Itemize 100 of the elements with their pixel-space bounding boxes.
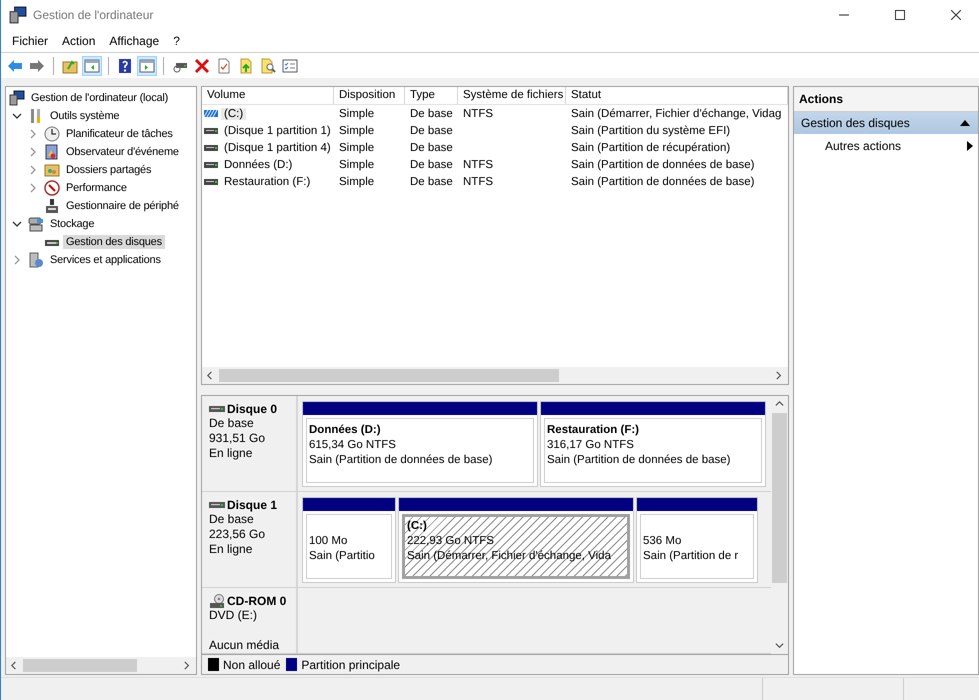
table-cell-text: Simple: [338, 176, 376, 188]
scrollbar[interactable]: [202, 367, 788, 384]
section-header[interactable]: Gestion des disques: [794, 112, 978, 134]
table-cell-text: Simple: [338, 108, 376, 120]
partition-label: (C:): [407, 519, 428, 534]
legend-label: Partition principale: [301, 658, 400, 672]
column-header[interactable]: Type: [405, 87, 458, 104]
drive-icon: [204, 144, 218, 152]
partition-status: Sain (Partition de r: [643, 549, 740, 564]
tree-item[interactable]: Planificateur de tâches: [63, 127, 176, 141]
table-cell-text: NTFS: [462, 158, 494, 170]
disk-detail: De base: [209, 416, 255, 431]
pane-icon[interactable]: [82, 56, 102, 76]
disk-name: Disque 1: [227, 498, 278, 512]
chevron-down-icon[interactable]: [12, 219, 22, 229]
table-cell-text: Sain (Partition de données de base): [570, 158, 756, 170]
disk-detail: Aucun média: [209, 638, 280, 653]
chevron-right-icon[interactable]: [28, 129, 38, 139]
table-cell-text: Simple: [338, 158, 376, 170]
table-cell-text: De base: [409, 158, 454, 170]
computer-icon: [9, 90, 25, 106]
table-cell[interactable]: (Disque 1 partition 1): [221, 124, 334, 136]
tree-item[interactable]: Dossiers partagés: [63, 163, 154, 177]
table-cell-text: Simple: [338, 142, 376, 154]
table-cell-text: De base: [409, 176, 454, 188]
disk-detail: 931,51 Go: [209, 431, 266, 446]
partition-status: Sain (Partitio: [309, 549, 376, 564]
column-header[interactable]: Statut: [566, 87, 788, 104]
disk-detail: De base: [209, 512, 255, 527]
column-header[interactable]: Disposition: [334, 87, 405, 104]
clock-icon: [44, 126, 60, 142]
log-icon: [44, 144, 60, 160]
action-link[interactable]: Autres actions: [825, 139, 902, 153]
folder-icon: [44, 162, 60, 178]
drive-icon: [204, 178, 218, 186]
table-cell[interactable]: (Disque 1 partition 4): [221, 142, 334, 154]
tree-item[interactable]: Gestion des disques: [63, 235, 165, 249]
device-icon: [44, 198, 60, 214]
menu-item[interactable]: Affichage: [102, 32, 166, 50]
pane-icon[interactable]: [137, 56, 157, 76]
table-cell-text: Sain (Partition du système EFI): [570, 124, 732, 136]
maximize-icon[interactable]: [895, 10, 905, 20]
tree-item[interactable]: Services et applications: [47, 253, 164, 267]
column-header[interactable]: Système de fichiers: [458, 87, 566, 104]
partition-block[interactable]: Données (D:) 615,34 Go NTFS Sain (Partition de données de base): [302, 401, 538, 487]
partition-size: 100 Mo: [309, 534, 348, 549]
disk-detail: DVD (E:): [209, 608, 258, 623]
disk-detail: En ligne: [209, 446, 254, 461]
column-header[interactable]: Volume: [202, 87, 334, 104]
storage-icon: [28, 216, 44, 232]
tree-item[interactable]: Performance: [63, 181, 130, 195]
chevron-right-icon[interactable]: [28, 147, 38, 157]
tree-item[interactable]: Outils système: [47, 109, 122, 123]
table-cell-text: Sain (Partition de données de base): [570, 176, 756, 188]
close-icon[interactable]: [951, 10, 961, 20]
table-cell-text: Sain (Partition de récupération): [570, 142, 732, 154]
disk-name: Disque 0: [227, 402, 278, 416]
table-cell[interactable]: Données (D:): [221, 158, 296, 170]
partition-block[interactable]: 536 Mo Sain (Partition de r: [636, 497, 758, 583]
menu-item[interactable]: ?: [166, 32, 187, 50]
partition-size: 222,93 Go NTFS: [407, 534, 495, 549]
submenu-arrow-icon[interactable]: [967, 141, 973, 151]
disk-detail: 223,56 Go: [209, 527, 266, 542]
partition-label: Données (D:): [309, 423, 382, 438]
table-cell-text: De base: [409, 108, 454, 120]
disk-name: CD-ROM 0: [227, 594, 286, 608]
table-cell-text: NTFS: [462, 176, 494, 188]
tree-item[interactable]: Stockage: [47, 217, 98, 231]
partition-size: 536 Mo: [643, 534, 682, 549]
chevron-down-icon[interactable]: [12, 111, 22, 121]
drive-icon: [204, 160, 218, 168]
table-cell-text: De base: [409, 142, 454, 154]
table-cell-text: Sain (Démarrer, Fichier d'échange, Vidag: [570, 108, 782, 120]
tree-item[interactable]: Gestionnaire de périphé: [63, 199, 182, 213]
collapse-icon[interactable]: [960, 120, 970, 126]
table-cell[interactable]: Restauration (F:): [221, 176, 314, 188]
tree-item[interactable]: Observateur d'événeme: [63, 145, 182, 159]
chevron-right-icon[interactable]: [28, 183, 38, 193]
partition-block[interactable]: (C:) 222,93 Go NTFS Sain (Démarrer, Fichier d'échange, Vida: [398, 497, 634, 583]
computer-icon: [9, 6, 27, 24]
table-cell-text: NTFS: [462, 108, 494, 120]
window-title: Gestion de l'ordinateur: [33, 8, 154, 22]
partition-label: Restauration (F:): [547, 423, 640, 438]
menu-item[interactable]: Fichier: [5, 32, 56, 50]
menu-item[interactable]: Action: [55, 32, 102, 50]
chevron-right-icon[interactable]: [28, 165, 38, 175]
section-title: Gestion des disques: [801, 116, 910, 130]
partition-status: Sain (Partition de données de base): [309, 453, 494, 468]
scrollbar[interactable]: [6, 657, 196, 674]
partition-status: Sain (Partition de données de base): [547, 453, 732, 468]
tree-item[interactable]: Gestion de l'ordinateur (local): [28, 91, 172, 105]
table-cell-text: De base: [409, 124, 454, 136]
drive-icon: [204, 126, 218, 134]
cd-drive-icon: [209, 594, 225, 608]
partition-block[interactable]: 100 Mo Sain (Partitio: [302, 497, 396, 583]
partition-block[interactable]: Restauration (F:) 316,17 Go NTFS Sain (Partition de données de base): [540, 401, 766, 487]
partition-size: 615,34 Go NTFS: [309, 438, 397, 453]
chevron-right-icon[interactable]: [12, 255, 22, 265]
table-cell[interactable]: (C:): [221, 108, 246, 120]
legend-label: Non alloué: [223, 658, 280, 672]
